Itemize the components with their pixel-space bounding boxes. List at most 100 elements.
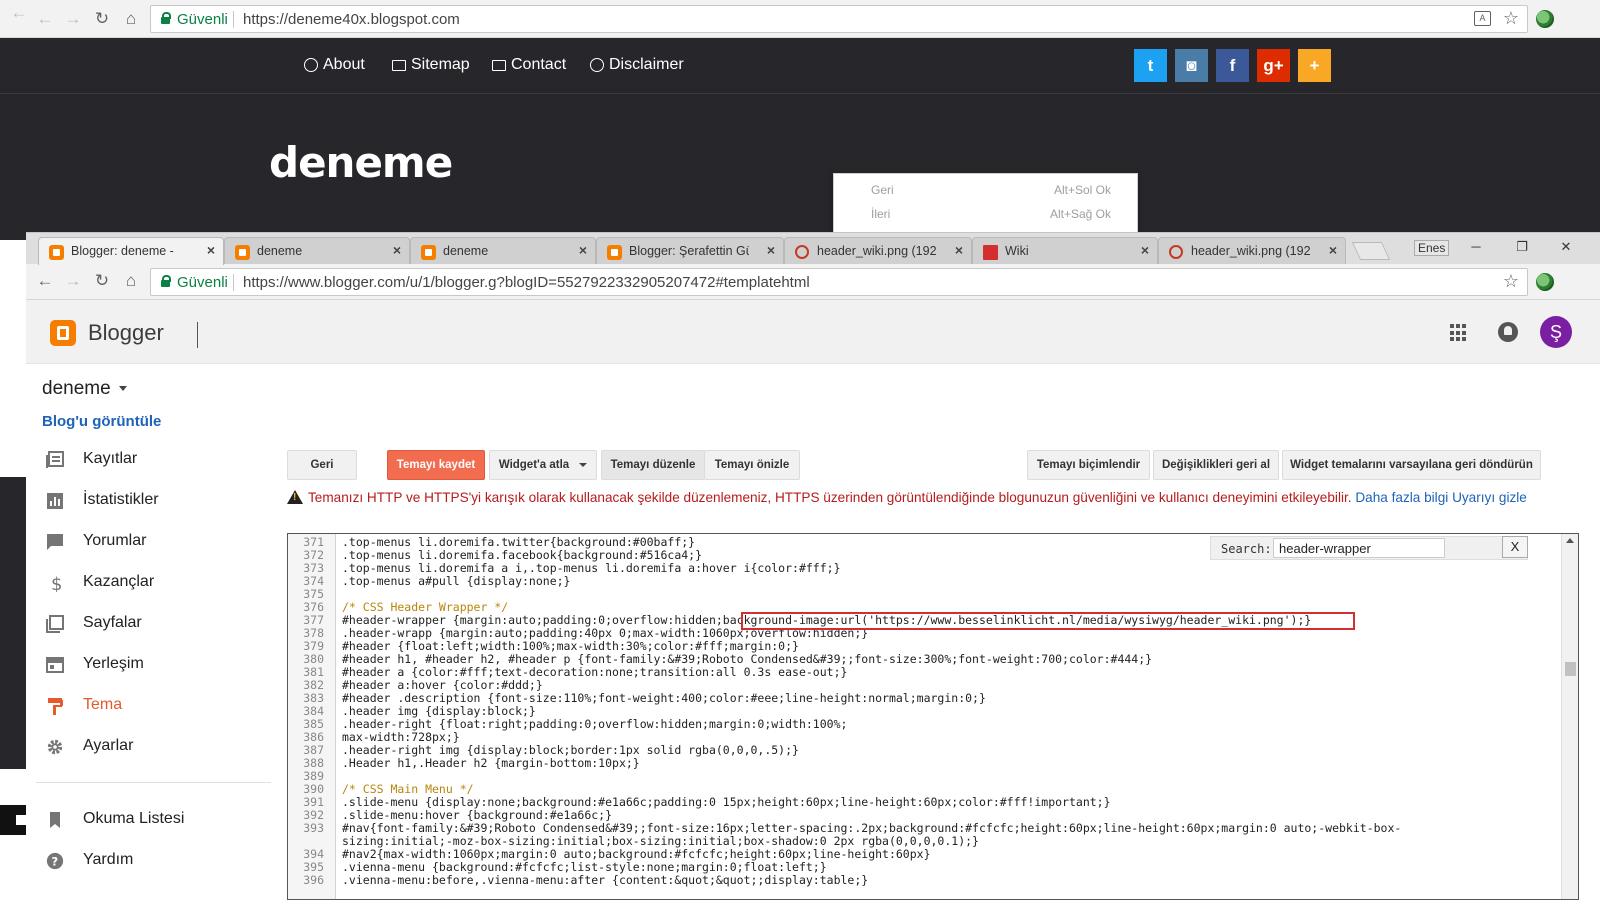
browser-toolbar: ← → ↻ ⌂ Güvenli https://www.blogger.com/… — [26, 264, 1600, 300]
comments-icon — [47, 534, 63, 550]
lock-icon — [161, 275, 171, 287]
layout-icon — [46, 657, 64, 673]
stats-icon — [47, 493, 63, 509]
back-button[interactable]: Geri — [287, 450, 357, 480]
context-menu-back[interactable]: Geri Alt+Sol Ok — [871, 183, 1111, 197]
blog-title[interactable]: deneme — [269, 138, 453, 187]
tab-blogger-serafettin[interactable]: Blogger: Şerafettin Gün × — [596, 237, 784, 265]
extension-icon[interactable] — [1536, 273, 1554, 291]
scrollbar-thumb[interactable] — [1565, 662, 1576, 676]
address-bar[interactable]: Güvenli https://www.blogger.com/u/1/blog… — [150, 268, 1528, 296]
sidebar-item-pages[interactable]: Sayfalar — [42, 613, 272, 637]
search-input[interactable] — [1273, 538, 1445, 558]
minimize-icon[interactable]: ─ — [1466, 239, 1486, 254]
avatar[interactable]: Ş — [1540, 316, 1572, 348]
profile-name[interactable]: Enes — [1414, 240, 1450, 256]
tab-header-wiki-2[interactable]: header_wiki.png (1920× × — [1158, 237, 1346, 265]
tab-wiki[interactable]: Wiki × — [972, 237, 1158, 265]
forward-arrow-icon[interactable]: → — [62, 270, 84, 292]
back-address-bar[interactable]: Güvenli https://deneme40x.blogspot.com A… — [150, 5, 1528, 33]
sidebar-item-comments[interactable]: Yorumlar — [42, 531, 272, 555]
lock-icon — [161, 12, 171, 24]
sidebar-item-settings[interactable]: Ayarlar — [42, 736, 272, 760]
notifications-icon[interactable] — [1498, 322, 1518, 342]
tab-deneme-2[interactable]: deneme × — [410, 237, 596, 265]
googleplus-icon[interactable]: g+ — [1257, 49, 1290, 82]
translate-icon[interactable]: A — [1474, 11, 1491, 26]
instagram-icon[interactable]: ◙ — [1175, 49, 1208, 82]
close-icon[interactable]: × — [955, 242, 963, 258]
editor-scrollbar[interactable] — [1561, 534, 1578, 899]
warning-icon — [287, 490, 303, 504]
tab-blogger-deneme[interactable]: Blogger: deneme - × — [38, 237, 224, 265]
view-blog-link[interactable]: Blog'u görüntüle — [42, 413, 161, 430]
close-icon[interactable]: × — [393, 242, 401, 258]
sidebar-item-stats[interactable]: İstatistikler — [42, 490, 272, 514]
close-icon[interactable]: × — [579, 242, 587, 258]
sidebar-item-posts[interactable]: Kayıtlar — [42, 449, 272, 473]
highlight-annotation-box — [741, 612, 1355, 630]
extension-icon[interactable] — [1536, 10, 1554, 28]
close-icon[interactable]: × — [1141, 242, 1149, 258]
search-panel: Search: — [1210, 536, 1528, 560]
home-icon[interactable]: ⌂ — [120, 8, 142, 30]
nav-contact[interactable]: Contact — [492, 56, 566, 74]
reload-icon[interactable]: ↻ — [91, 270, 113, 292]
sidebar-item-help[interactable]: ? Yardım — [42, 850, 272, 874]
svg-text:?: ? — [51, 855, 58, 869]
bookmark-star-icon[interactable]: ☆ — [1503, 271, 1519, 292]
close-icon[interactable]: × — [207, 242, 215, 258]
preview-theme-button[interactable]: Temayı önizle — [704, 450, 800, 480]
chevron-down-icon — [579, 462, 588, 467]
format-theme-button[interactable]: Temayı biçimlendir — [1027, 450, 1150, 480]
reset-widget-templates-button[interactable]: Widget temalarını varsayılana geri döndü… — [1282, 450, 1541, 480]
app-name[interactable]: Blogger — [88, 320, 164, 346]
bookmark-star-icon[interactable]: ☆ — [1503, 8, 1519, 29]
context-menu-forward[interactable]: İleri Alt+Sağ Ok — [871, 207, 1111, 221]
jump-to-widget-dropdown[interactable]: Widget'a atla — [489, 450, 597, 480]
sidebar-item-theme[interactable]: Tema — [42, 695, 272, 719]
blog-top-nav: About Sitemap Contact Disclaimer t ◙ f g… — [0, 38, 1600, 94]
blogger-favicon-icon — [235, 245, 250, 260]
plus-icon[interactable]: + — [1298, 49, 1331, 82]
blog-selector[interactable]: deneme — [42, 378, 127, 400]
bookmark-icon — [50, 812, 60, 828]
apps-grid-icon[interactable] — [1450, 324, 1468, 342]
maximize-icon[interactable]: ❐ — [1512, 239, 1532, 255]
reload-icon[interactable]: ↻ — [91, 8, 113, 30]
nav-sitemap[interactable]: Sitemap — [392, 56, 470, 74]
back-arrow-icon[interactable]: ← — [8, 2, 30, 24]
revert-changes-button[interactable]: Değişiklikleri geri al — [1153, 450, 1279, 480]
new-tab-button[interactable] — [1351, 242, 1391, 260]
close-window-icon[interactable]: ✕ — [1556, 239, 1576, 255]
close-icon[interactable]: × — [1329, 242, 1337, 258]
code-text: .top-menus a#pull {display:none;} — [342, 574, 571, 588]
home-icon[interactable]: ⌂ — [120, 270, 142, 292]
edit-theme-button[interactable]: Temayı düzenle — [601, 450, 705, 480]
posts-icon — [46, 451, 64, 468]
scroll-up-icon[interactable] — [1566, 538, 1574, 543]
search-close-button[interactable]: X — [1502, 536, 1528, 558]
forward-arrow-icon[interactable]: → — [62, 8, 84, 30]
template-code-editor[interactable]: 371 .top-menus li.doremifa.twitter{backgr… — [287, 533, 1579, 900]
learn-more-link[interactable]: Daha fazla bilgi — [1355, 490, 1448, 505]
theme-icon — [48, 698, 63, 715]
back-arrow-icon[interactable]: ← — [34, 8, 56, 30]
twitter-icon[interactable]: t — [1134, 49, 1167, 82]
sidebar-item-layout[interactable]: Yerleşim — [42, 654, 272, 678]
save-theme-button[interactable]: Temayı kaydet — [387, 450, 485, 480]
facebook-icon[interactable]: f — [1216, 49, 1249, 82]
hide-warning-link[interactable]: Uyarıyı gizle — [1452, 490, 1527, 505]
blogger-logo-icon[interactable] — [50, 320, 76, 346]
tab-deneme[interactable]: deneme × — [224, 237, 410, 265]
nav-about[interactable]: About — [304, 56, 365, 74]
close-icon[interactable]: × — [767, 242, 775, 258]
mail-icon — [492, 59, 506, 71]
sidebar-item-reading-list[interactable]: Okuma Listesi — [42, 809, 272, 833]
back-arrow-icon[interactable]: ← — [34, 270, 56, 292]
windows-start-icon[interactable] — [0, 805, 26, 835]
nav-disclaimer[interactable]: Disclaimer — [590, 56, 684, 74]
tab-header-wiki[interactable]: header_wiki.png (1920× × — [784, 237, 972, 265]
secure-label: Güvenli — [177, 11, 228, 28]
sidebar-item-earnings[interactable]: $ Kazançlar — [42, 572, 272, 596]
